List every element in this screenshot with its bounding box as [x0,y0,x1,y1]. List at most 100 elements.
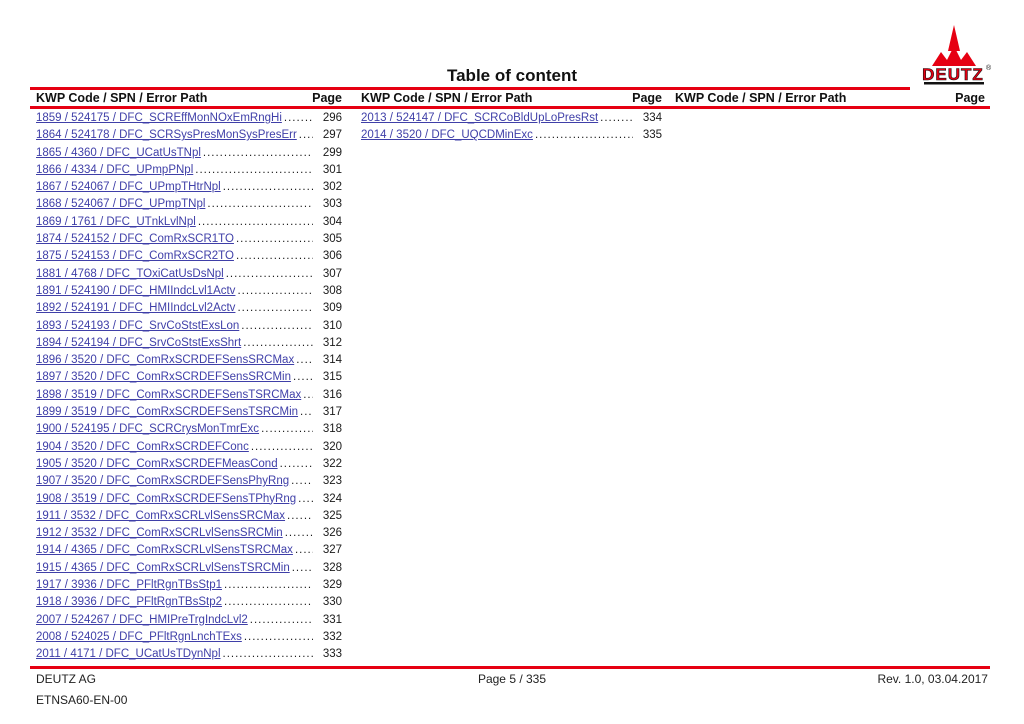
toc-column-2: 2013 / 524147 / DFC_SCRCoBldUpLoPresRst … [361,112,662,147]
toc-entry-link[interactable]: 1915 / 4365 / DFC_ComRxSCRLvlSensTSRCMin [36,562,290,574]
toc-entry-link[interactable]: 1896 / 3520 / DFC_ComRxSCRDEFSensSRCMax [36,354,294,366]
toc-entry: 1914 / 4365 / DFC_ComRxSCRLvlSensTSRCMax… [36,544,342,561]
column-header-3: KWP Code / SPN / Error Path Page [675,91,985,105]
dot-leader [296,354,313,366]
toc-entry-link[interactable]: 1911 / 3532 / DFC_ComRxSCRLvlSensSRCMax [36,510,285,522]
toc-entry-link[interactable]: 2011 / 4171 / DFC_UCatUsTDynNpl [36,648,221,660]
toc-entry-page: 330 [316,596,342,608]
toc-entry-link[interactable]: 1904 / 3520 / DFC_ComRxSCRDEFConc [36,441,249,453]
dot-leader [303,389,313,401]
toc-entry-link[interactable]: 1905 / 3520 / DFC_ComRxSCRDEFMeasCond [36,458,278,470]
toc-entry-link[interactable]: 1897 / 3520 / DFC_ComRxSCRDEFSensSRCMin [36,371,291,383]
column-header-1: KWP Code / SPN / Error Path Page [36,91,342,105]
dot-leader [287,510,313,522]
toc-entry-link[interactable]: 1881 / 4768 / DFC_TOxiCatUsDsNpl [36,268,224,280]
toc-entry-link[interactable]: 1868 / 524067 / DFC_UPmpTNpl [36,198,205,210]
toc-entry: 1867 / 524067 / DFC_UPmpTHtrNpl 302 [36,181,342,198]
toc-entry-link[interactable]: 2013 / 524147 / DFC_SCRCoBldUpLoPresRst [361,112,598,124]
dot-leader [284,112,313,124]
dot-leader [250,614,313,626]
toc-entry-page: 312 [316,337,342,349]
toc-entry: 1864 / 524178 / DFC_SCRSysPresMonSysPres… [36,129,342,146]
toc-entry-link[interactable]: 1894 / 524194 / DFC_SrvCoStstExsShrt [36,337,241,349]
document-id: ETNSA60-EN-00 [36,693,127,707]
toc-entry-page: 320 [316,441,342,453]
toc-entry-link[interactable]: 2014 / 3520 / DFC_UQCDMinExc [361,129,533,141]
toc-entry: 1899 / 3519 / DFC_ComRxSCRDEFSensTSRCMin… [36,406,342,423]
dot-leader [243,337,313,349]
toc-entry-page: 328 [316,562,342,574]
toc-entry-page: 307 [316,268,342,280]
toc-entry-link[interactable]: 1907 / 3520 / DFC_ComRxSCRDEFSensPhyRng [36,475,289,487]
document-page: DEUTZ ® Table of content KWP Code / SPN … [0,0,1024,724]
toc-entry-page: 308 [316,285,342,297]
toc-entry-page: 299 [316,147,342,159]
toc-column-1: 1859 / 524175 / DFC_SCREffMonNOxEmRngHi … [36,112,342,666]
dot-leader [295,544,313,556]
toc-entry-link[interactable]: 1898 / 3519 / DFC_ComRxSCRDEFSensTSRCMax [36,389,301,401]
toc-entry: 1891 / 524190 / DFC_HMIIndcLvl1Actv 308 [36,285,342,302]
toc-entry-page: 322 [316,458,342,470]
toc-entry-link[interactable]: 1891 / 524190 / DFC_HMIIndcLvl1Actv [36,285,235,297]
toc-entry-link[interactable]: 1914 / 4365 / DFC_ComRxSCRLvlSensTSRCMax [36,544,293,556]
toc-entry-page: 323 [316,475,342,487]
toc-entry-link[interactable]: 1912 / 3532 / DFC_ComRxSCRLvlSensSRCMin [36,527,283,539]
toc-entry-link[interactable]: 1875 / 524153 / DFC_ComRxSCR2TO [36,250,234,262]
toc-entry-link[interactable]: 1918 / 3936 / DFC_PFltRgnTBsStp2 [36,596,222,608]
toc-entry-link[interactable]: 1893 / 524193 / DFC_SrvCoStstExsLon [36,320,239,332]
dot-leader [207,198,313,210]
toc-entry-link[interactable]: 1917 / 3936 / DFC_PFltRgnTBsStp1 [36,579,222,591]
toc-entry: 1905 / 3520 / DFC_ComRxSCRDEFMeasCond 32… [36,458,342,475]
footer: DEUTZ AG Page 5 / 335 Rev. 1.0, 03.04.20… [30,672,990,686]
dot-leader [236,250,313,262]
toc-entry-link[interactable]: 1865 / 4360 / DFC_UCatUsTNpl [36,147,201,159]
toc-entry: 1859 / 524175 / DFC_SCREffMonNOxEmRngHi … [36,112,342,129]
toc-entry-page: 317 [316,406,342,418]
page-header-label: Page [955,91,985,105]
toc-entry-link[interactable]: 2007 / 524267 / DFC_HMIPreTrgIndcLvl2 [36,614,248,626]
toc-entry-link[interactable]: 1900 / 524195 / DFC_SCRCrysMonTmrExc [36,423,259,435]
toc-entry-page: 327 [316,544,342,556]
dot-leader [535,129,633,141]
toc-entry-page: 335 [636,129,662,141]
toc-entry-link[interactable]: 1899 / 3519 / DFC_ComRxSCRDEFSensTSRCMin [36,406,298,418]
toc-entry: 1908 / 3519 / DFC_ComRxSCRDEFSensTPhyRng… [36,493,342,510]
toc-entry-link[interactable]: 1908 / 3519 / DFC_ComRxSCRDEFSensTPhyRng [36,493,296,505]
dot-leader [261,423,313,435]
code-header-label: KWP Code / SPN / Error Path [361,91,532,105]
toc-entry-page: 306 [316,250,342,262]
toc-entry: 1911 / 3532 / DFC_ComRxSCRLvlSensSRCMax … [36,510,342,527]
toc-entry: 2008 / 524025 / DFC_PFltRgnLnchTExs 332 [36,631,342,648]
code-header-label: KWP Code / SPN / Error Path [36,91,207,105]
dot-leader [244,631,313,643]
toc-entry-page: 326 [316,527,342,539]
dot-leader [285,527,313,539]
title-divider [30,87,910,90]
footer-company: DEUTZ AG [30,672,353,686]
toc-entry-link[interactable]: 1874 / 524152 / DFC_ComRxSCR1TO [36,233,234,245]
toc-entry-link[interactable]: 1892 / 524191 / DFC_HMIIndcLvl2Actv [36,302,235,314]
toc-entry-page: 309 [316,302,342,314]
dot-leader [195,164,313,176]
toc-entry-page: 324 [316,493,342,505]
toc-entry-link[interactable]: 1864 / 524178 / DFC_SCRSysPresMonSysPres… [36,129,297,141]
toc-entry-link[interactable]: 2008 / 524025 / DFC_PFltRgnLnchTExs [36,631,242,643]
toc-entry: 1874 / 524152 / DFC_ComRxSCR1TO 305 [36,233,342,250]
toc-entry-page: 314 [316,354,342,366]
dot-leader [600,112,633,124]
toc-entry-page: 303 [316,198,342,210]
dot-leader [237,302,313,314]
dot-leader [241,320,313,332]
toc-entry-link[interactable]: 1866 / 4334 / DFC_UPmpPNpl [36,164,193,176]
dot-leader [223,181,313,193]
footer-divider [30,666,990,669]
toc-entry-link[interactable]: 1859 / 524175 / DFC_SCREffMonNOxEmRngHi [36,112,282,124]
toc-entry: 1875 / 524153 / DFC_ComRxSCR2TO 306 [36,250,342,267]
toc-entry-link[interactable]: 1869 / 1761 / DFC_UTnkLvlNpl [36,216,196,228]
dot-leader [293,371,313,383]
toc-entry-link[interactable]: 1867 / 524067 / DFC_UPmpTHtrNpl [36,181,221,193]
dot-leader [299,129,313,141]
toc-entry-page: 329 [316,579,342,591]
dot-leader [224,579,313,591]
dot-leader [203,147,313,159]
